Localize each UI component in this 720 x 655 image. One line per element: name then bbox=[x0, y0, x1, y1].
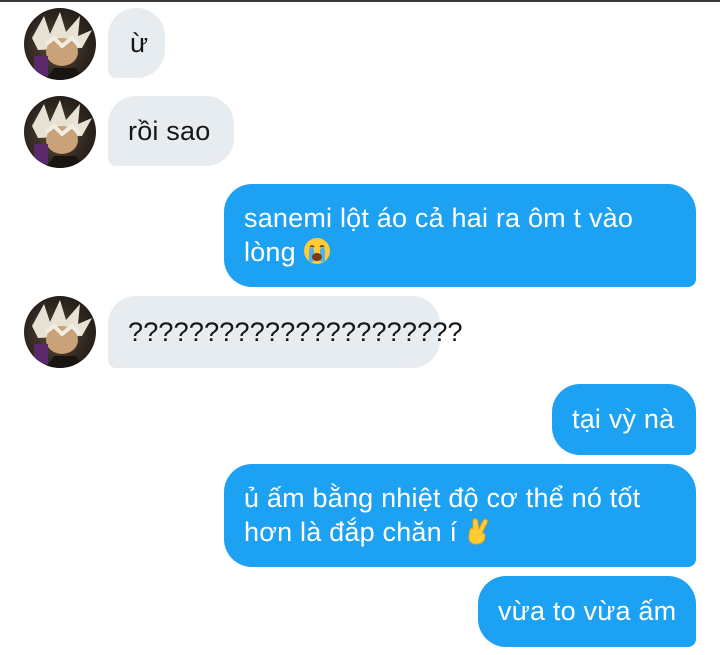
loudly-crying-face-icon bbox=[302, 236, 332, 266]
message-text-line: ủ ấm bằng nhiệt độ cơ thể nó tốt bbox=[244, 483, 641, 513]
avatar[interactable] bbox=[24, 296, 96, 368]
message-bubble-outgoing[interactable]: ủ ấm bằng nhiệt độ cơ thể nó tốt hơn là … bbox=[224, 464, 696, 567]
avatar[interactable] bbox=[24, 8, 96, 80]
top-divider bbox=[0, 0, 720, 2]
message-text: ?????????????????????? bbox=[128, 317, 463, 347]
message-text: ừ bbox=[130, 28, 149, 58]
message-bubble-incoming[interactable]: ?????????????????????? bbox=[108, 296, 463, 368]
avatar-image bbox=[32, 100, 92, 168]
message-text-line: sanemi lột áo cả hai ra ôm t vào bbox=[244, 203, 634, 233]
message-bubble-incoming[interactable]: rồi sao bbox=[108, 96, 234, 166]
avatar-image bbox=[32, 300, 92, 368]
message-bubble-outgoing[interactable]: tại vỳ nà bbox=[552, 384, 696, 455]
message-text: tại vỳ nà bbox=[572, 404, 675, 434]
message-text: vừa to vừa ấm bbox=[498, 596, 677, 626]
message-bubble-outgoing[interactable]: vừa to vừa ấm bbox=[478, 576, 696, 647]
message-bubble-outgoing[interactable]: sanemi lột áo cả hai ra ôm t vào lòng bbox=[224, 184, 696, 287]
message-text-line: lòng bbox=[244, 237, 296, 267]
message-bubble-incoming[interactable]: ừ bbox=[108, 8, 165, 78]
avatar[interactable] bbox=[24, 96, 96, 168]
message-text: rồi sao bbox=[128, 116, 211, 146]
avatar-image bbox=[32, 12, 92, 80]
crossed-fingers-icon bbox=[463, 516, 493, 546]
message-text-line: hơn là đắp chăn í bbox=[244, 517, 458, 547]
